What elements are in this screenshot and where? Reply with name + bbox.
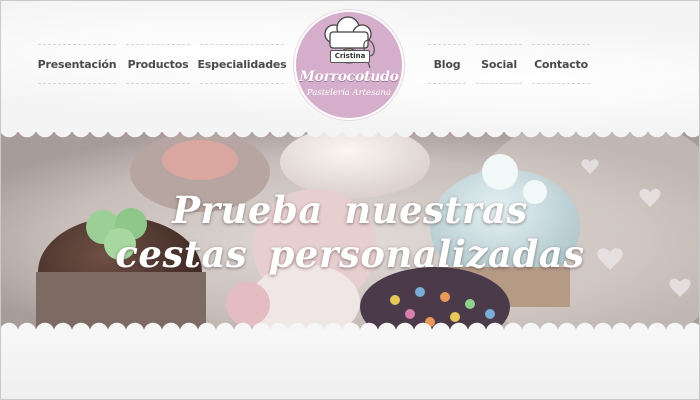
logo-subtitle: Pastelería Artesana <box>306 88 392 98</box>
site-header: Presentación Productos Especialidades Cr <box>0 0 700 132</box>
hero-headline: Prueba nuestras cestas personalizadas <box>115 188 585 276</box>
content-area <box>0 332 700 400</box>
nav-contacto[interactable]: Contacto <box>532 44 590 84</box>
scallop-border-bottom <box>0 320 700 332</box>
scallop-border-top <box>0 128 700 138</box>
chef-cupcake-icon <box>324 16 375 69</box>
main-nav-right: Blog Social Contacto <box>428 44 590 84</box>
site-logo[interactable]: Cristina Morrocotudo Pastelería Artesana <box>296 12 402 118</box>
nav-social[interactable]: Social <box>476 44 522 84</box>
logo-name: Morrocotudo <box>299 69 399 85</box>
main-nav-left: Presentación Productos Especialidades <box>38 44 287 84</box>
nav-presentacion[interactable]: Presentación <box>38 44 117 84</box>
nav-productos[interactable]: Productos <box>126 44 190 84</box>
nav-especialidades[interactable]: Especialidades <box>197 44 287 84</box>
logo-badge: Cristina <box>330 50 370 63</box>
nav-blog[interactable]: Blog <box>428 44 466 84</box>
